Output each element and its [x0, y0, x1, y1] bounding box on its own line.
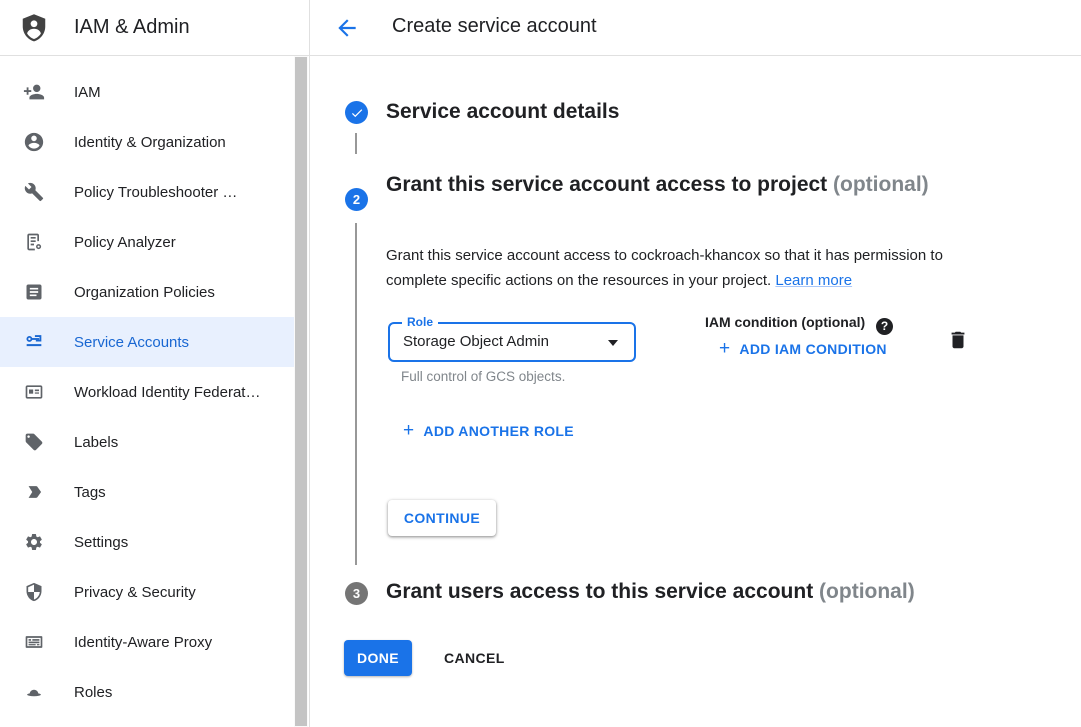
step1-title: Service account details: [386, 100, 619, 124]
sidebar-item-service-accounts[interactable]: Service Accounts: [0, 317, 294, 367]
sidebar-item-label: IAM: [74, 84, 101, 101]
sidebar-item-label: Identity & Organization: [74, 134, 226, 151]
document-icon: [22, 280, 46, 304]
proxy-icon: [22, 630, 46, 654]
step2-optional: (optional): [833, 173, 929, 196]
role-dropdown[interactable]: Role Storage Object Admin: [388, 322, 636, 362]
sidebar-item-identity-aware-proxy[interactable]: Identity-Aware Proxy: [0, 617, 294, 667]
sidebar-item-policy-analyzer[interactable]: Policy Analyzer: [0, 217, 294, 267]
help-icon[interactable]: ?: [876, 318, 893, 335]
step3-optional: (optional): [819, 580, 915, 603]
add-another-role-button[interactable]: + ADD ANOTHER ROLE: [403, 423, 574, 439]
sidebar-header: IAM & Admin: [0, 0, 310, 56]
person-add-icon: [22, 80, 46, 104]
sidebar-item-iam[interactable]: IAM: [0, 67, 294, 117]
continue-button[interactable]: CONTINUE: [388, 500, 496, 536]
sidebar-item-settings[interactable]: Settings: [0, 517, 294, 567]
sidebar-item-tags[interactable]: Tags: [0, 467, 294, 517]
sidebar-scrollbar-thumb[interactable]: [295, 57, 307, 726]
service-account-key-icon: [22, 330, 46, 354]
sidebar-nav: IAM Identity & Organization Policy Troub…: [0, 67, 294, 717]
sidebar-item-roles[interactable]: Roles: [0, 667, 294, 717]
sidebar-item-label: Privacy & Security: [74, 584, 196, 601]
sidebar-item-label: Workload Identity Federat…: [74, 384, 260, 401]
policy-analyzer-icon: [22, 230, 46, 254]
step3-title: Grant users access to this service accou…: [386, 580, 1066, 604]
tag-arrow-icon: [22, 480, 46, 504]
sidebar-item-label: Identity-Aware Proxy: [74, 634, 212, 651]
shield-half-icon: [22, 580, 46, 604]
sidebar-item-policy-troubleshooter[interactable]: Policy Troubleshooter …: [0, 167, 294, 217]
main-header: Create service account: [310, 0, 1081, 56]
chevron-down-icon: [608, 340, 618, 346]
sidebar-item-label: Service Accounts: [74, 334, 189, 351]
sidebar-item-label: Labels: [74, 434, 118, 451]
role-selected-value: Storage Object Admin: [403, 333, 549, 350]
sidebar-item-labels[interactable]: Labels: [0, 417, 294, 467]
step-connector: [355, 133, 357, 154]
hat-icon: [22, 680, 46, 704]
sidebar-item-label: Settings: [74, 534, 128, 551]
step2-description: Grant this service account access to coc…: [386, 243, 986, 293]
iam-shield-logo-icon: [19, 12, 49, 44]
gear-icon: [22, 530, 46, 554]
cancel-button[interactable]: CANCEL: [444, 640, 505, 676]
sidebar-item-label: Policy Troubleshooter …: [74, 184, 237, 201]
learn-more-link[interactable]: Learn more: [775, 272, 852, 289]
sidebar-item-privacy-security[interactable]: Privacy & Security: [0, 567, 294, 617]
sidebar-scrollbar-track: [294, 56, 308, 727]
sidebar-item-label: Tags: [74, 484, 106, 501]
role-helper-text: Full control of GCS objects.: [401, 369, 565, 384]
app-title: IAM & Admin: [74, 16, 190, 39]
back-arrow-icon[interactable]: [334, 15, 360, 41]
main-content: Create service account Service account d…: [310, 0, 1081, 727]
sidebar-item-identity-organization[interactable]: Identity & Organization: [0, 117, 294, 167]
sidebar-item-label: Policy Analyzer: [74, 234, 176, 251]
step2-number: 2: [353, 192, 360, 207]
step3-number: 3: [353, 586, 360, 601]
plus-icon: +: [719, 342, 730, 356]
step1-check-circle: [345, 101, 368, 124]
sidebar-item-label: Roles: [74, 684, 112, 701]
step3-number-circle: 3: [345, 582, 368, 605]
sidebar: IAM & Admin IAM Identity & Organization: [0, 0, 310, 727]
sidebar-item-label: Organization Policies: [74, 284, 215, 301]
wrench-icon: [22, 180, 46, 204]
trash-icon[interactable]: [947, 328, 969, 352]
step2-title: Grant this service account access to pro…: [386, 168, 946, 201]
add-iam-condition-button[interactable]: + ADD IAM CONDITION: [719, 341, 887, 357]
sidebar-item-organization-policies[interactable]: Organization Policies: [0, 267, 294, 317]
sidebar-item-workload-identity-federation[interactable]: Workload Identity Federat…: [0, 367, 294, 417]
page: IAM & Admin IAM Identity & Organization: [0, 0, 1081, 727]
step-connector: [355, 223, 357, 565]
done-button[interactable]: DONE: [344, 640, 412, 676]
label-tag-icon: [22, 430, 46, 454]
account-circle-icon: [22, 130, 46, 154]
step2-number-circle: 2: [345, 188, 368, 211]
check-icon: [350, 106, 364, 120]
iam-condition-label: IAM condition (optional) ?: [705, 314, 893, 335]
page-title: Create service account: [392, 15, 597, 38]
card-icon: [22, 380, 46, 404]
role-field-label: Role: [402, 315, 438, 329]
plus-icon: +: [403, 424, 414, 438]
